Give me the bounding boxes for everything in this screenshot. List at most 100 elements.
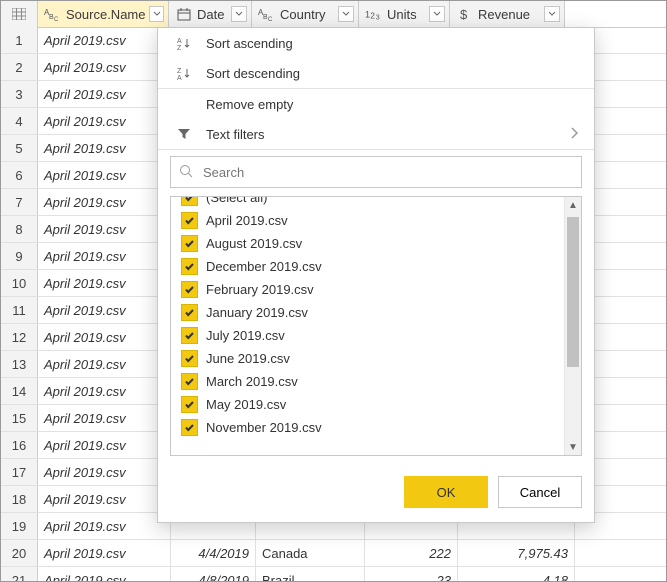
filter-option-label: March 2019.csv — [206, 374, 298, 389]
cell-revenue[interactable]: 7,975.43 — [458, 540, 575, 566]
search-box[interactable] — [170, 156, 582, 188]
chevron-down-icon[interactable] — [544, 6, 560, 22]
checkbox-checked-icon[interactable] — [181, 281, 198, 298]
table-row[interactable]: 21April 2019.csv4/8/2019Brazil234.18 — [1, 567, 666, 582]
scroll-thumb[interactable] — [567, 217, 579, 367]
remove-empty-label: Remove empty — [206, 97, 293, 112]
row-index: 2 — [1, 54, 38, 80]
filter-option-label: November 2019.csv — [206, 420, 322, 435]
cell-country[interactable]: Brazil — [256, 567, 365, 582]
filter-menu: AZ Sort ascending ZA Sort descending Rem… — [157, 27, 595, 523]
column-header-units[interactable]: 123Units — [359, 1, 450, 27]
svg-text:Z: Z — [177, 45, 182, 50]
checkbox-checked-icon[interactable] — [181, 327, 198, 344]
sort-descending[interactable]: ZA Sort descending — [158, 58, 594, 88]
column-header-revenue[interactable]: $Revenue — [450, 1, 565, 27]
cell-source[interactable]: April 2019.csv — [38, 108, 171, 134]
filter-option[interactable]: December 2019.csv — [171, 255, 564, 278]
cell-source[interactable]: April 2019.csv — [38, 216, 171, 242]
cell-source[interactable]: April 2019.csv — [38, 162, 171, 188]
button-bar: OK Cancel — [158, 466, 594, 522]
scroll-down-icon[interactable]: ▼ — [565, 439, 581, 455]
cell-source[interactable]: April 2019.csv — [38, 135, 171, 161]
filter-option[interactable]: July 2019.csv — [171, 324, 564, 347]
scroll-up-icon[interactable]: ▲ — [565, 197, 581, 213]
checkbox-checked-icon[interactable] — [181, 419, 198, 436]
cell-source[interactable]: April 2019.csv — [38, 540, 171, 566]
remove-empty[interactable]: Remove empty — [158, 89, 594, 119]
filter-option[interactable]: February 2019.csv — [171, 278, 564, 301]
sort-desc-label: Sort descending — [206, 66, 300, 81]
checkbox-checked-icon[interactable] — [181, 350, 198, 367]
text-filters-label: Text filters — [206, 127, 265, 142]
cell-date[interactable]: 4/8/2019 — [171, 567, 256, 582]
cell-source[interactable]: April 2019.csv — [38, 405, 171, 431]
chevron-down-icon[interactable] — [231, 6, 247, 22]
filter-option[interactable]: August 2019.csv — [171, 232, 564, 255]
cell-date[interactable]: 4/4/2019 — [171, 540, 256, 566]
chevron-down-icon[interactable] — [338, 6, 354, 22]
cell-source[interactable]: April 2019.csv — [38, 27, 171, 53]
search-input[interactable] — [201, 164, 573, 181]
cancel-button[interactable]: Cancel — [498, 476, 582, 508]
chevron-down-icon[interactable] — [149, 6, 164, 22]
svg-text:2: 2 — [370, 12, 375, 21]
cell-country[interactable]: Canada — [256, 540, 365, 566]
text-type-icon: ABC — [44, 6, 62, 22]
filter-option[interactable]: May 2019.csv — [171, 393, 564, 416]
cell-source[interactable]: April 2019.csv — [38, 432, 171, 458]
checkbox-checked-icon[interactable] — [181, 258, 198, 275]
checkbox-checked-icon[interactable] — [181, 197, 198, 206]
ok-button[interactable]: OK — [404, 476, 488, 508]
column-header-source[interactable]: ABCSource.Name — [38, 1, 169, 27]
table-row[interactable]: 20April 2019.csv4/4/2019Canada2227,975.4… — [1, 540, 666, 567]
select-all-cell[interactable] — [1, 1, 38, 27]
cell-source[interactable]: April 2019.csv — [38, 189, 171, 215]
cell-units[interactable]: 222 — [365, 540, 458, 566]
row-index: 10 — [1, 270, 38, 296]
cell-source[interactable]: April 2019.csv — [38, 270, 171, 296]
column-header-row: ABCSource.NameDateABCCountry123Units$Rev… — [1, 1, 666, 28]
sort-asc-label: Sort ascending — [206, 36, 293, 51]
cell-source[interactable]: April 2019.csv — [38, 54, 171, 80]
svg-text:C: C — [268, 17, 273, 21]
chevron-down-icon[interactable] — [429, 6, 445, 22]
cell-source[interactable]: April 2019.csv — [38, 459, 171, 485]
checkbox-checked-icon[interactable] — [181, 235, 198, 252]
filter-option-label: January 2019.csv — [206, 305, 308, 320]
filter-option[interactable]: April 2019.csv — [171, 209, 564, 232]
text-filters[interactable]: Text filters — [158, 119, 594, 149]
cell-source[interactable]: April 2019.csv — [38, 513, 171, 539]
row-index: 20 — [1, 540, 38, 566]
checkbox-checked-icon[interactable] — [181, 373, 198, 390]
cell-source[interactable]: April 2019.csv — [38, 297, 171, 323]
checkbox-checked-icon[interactable] — [181, 304, 198, 321]
sort-ascending[interactable]: AZ Sort ascending — [158, 28, 594, 58]
column-header-country[interactable]: ABCCountry — [252, 1, 359, 27]
cell-source[interactable]: April 2019.csv — [38, 351, 171, 377]
cell-source[interactable]: April 2019.csv — [38, 486, 171, 512]
cell-source[interactable]: April 2019.csv — [38, 324, 171, 350]
cell-units[interactable]: 23 — [365, 567, 458, 582]
filter-option[interactable]: January 2019.csv — [171, 301, 564, 324]
cell-source[interactable]: April 2019.csv — [38, 243, 171, 269]
filter-option[interactable]: March 2019.csv — [171, 370, 564, 393]
checkbox-checked-icon[interactable] — [181, 212, 198, 229]
row-index: 15 — [1, 405, 38, 431]
cell-source[interactable]: April 2019.csv — [38, 378, 171, 404]
filter-option[interactable]: (Select all) — [171, 197, 564, 209]
filter-icon — [174, 127, 194, 141]
row-index: 12 — [1, 324, 38, 350]
filter-option-label: April 2019.csv — [206, 213, 288, 228]
filter-option[interactable]: November 2019.csv — [171, 416, 564, 439]
svg-text:C: C — [54, 17, 59, 21]
row-index: 3 — [1, 81, 38, 107]
column-header-date[interactable]: Date — [169, 1, 252, 27]
scrollbar[interactable]: ▲ ▼ — [564, 197, 581, 455]
cell-source[interactable]: April 2019.csv — [38, 567, 171, 582]
filter-option[interactable]: June 2019.csv — [171, 347, 564, 370]
text-type-icon: ABC — [258, 6, 276, 22]
cell-source[interactable]: April 2019.csv — [38, 81, 171, 107]
checkbox-checked-icon[interactable] — [181, 396, 198, 413]
cell-revenue[interactable]: 4.18 — [458, 567, 575, 582]
